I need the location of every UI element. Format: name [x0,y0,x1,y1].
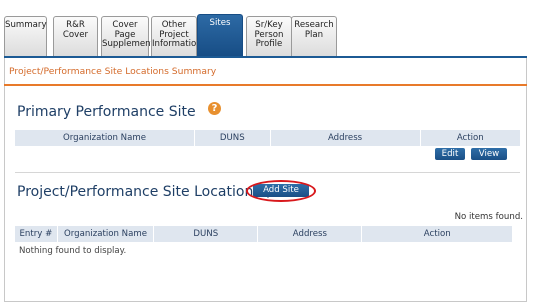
tab-rr-cover[interactable]: R&R Cover [53,16,98,56]
tab-sr-key-person-profile[interactable]: Sr/Key Person Profile [246,16,292,56]
tab-other-project-information[interactable]: Other Project Information [151,16,202,56]
col-duns: DUNS [193,130,271,146]
tab-cover-page-supplement[interactable]: Cover Page Supplement [101,16,154,56]
breadcrumb: Project/Performance Site Locations Summa… [4,58,527,85]
col-address: Address [269,130,421,146]
col-duns: DUNS [153,226,258,242]
view-button[interactable]: View [471,148,507,160]
col-address: Address [257,226,362,242]
no-items-found: No items found. [454,212,523,222]
empty-message: Nothing found to display. [19,246,127,256]
col-action: Action [419,130,520,146]
highlight-ellipse [246,180,316,202]
locations-table: Entry # Organization Name DUNS Address A… [15,226,512,242]
col-action: Action [361,226,512,242]
help-icon[interactable]: ? [208,102,221,115]
primary-site-title: Primary Performance Site [17,104,196,120]
tab-summary[interactable]: Summary [4,16,47,56]
col-organization-name: Organization Name [15,130,195,146]
edit-button[interactable]: Edit [435,148,465,160]
locations-title: Project/Performance Site Location(s) [17,184,272,200]
section-divider [15,172,520,173]
col-entry: Entry # [15,226,58,242]
primary-site-table: Organization Name DUNS Address Action [15,130,520,146]
col-organization-name: Organization Name [56,226,154,242]
tab-research-plan[interactable]: Research Plan [291,16,337,56]
tab-sites[interactable]: Sites [197,14,243,56]
